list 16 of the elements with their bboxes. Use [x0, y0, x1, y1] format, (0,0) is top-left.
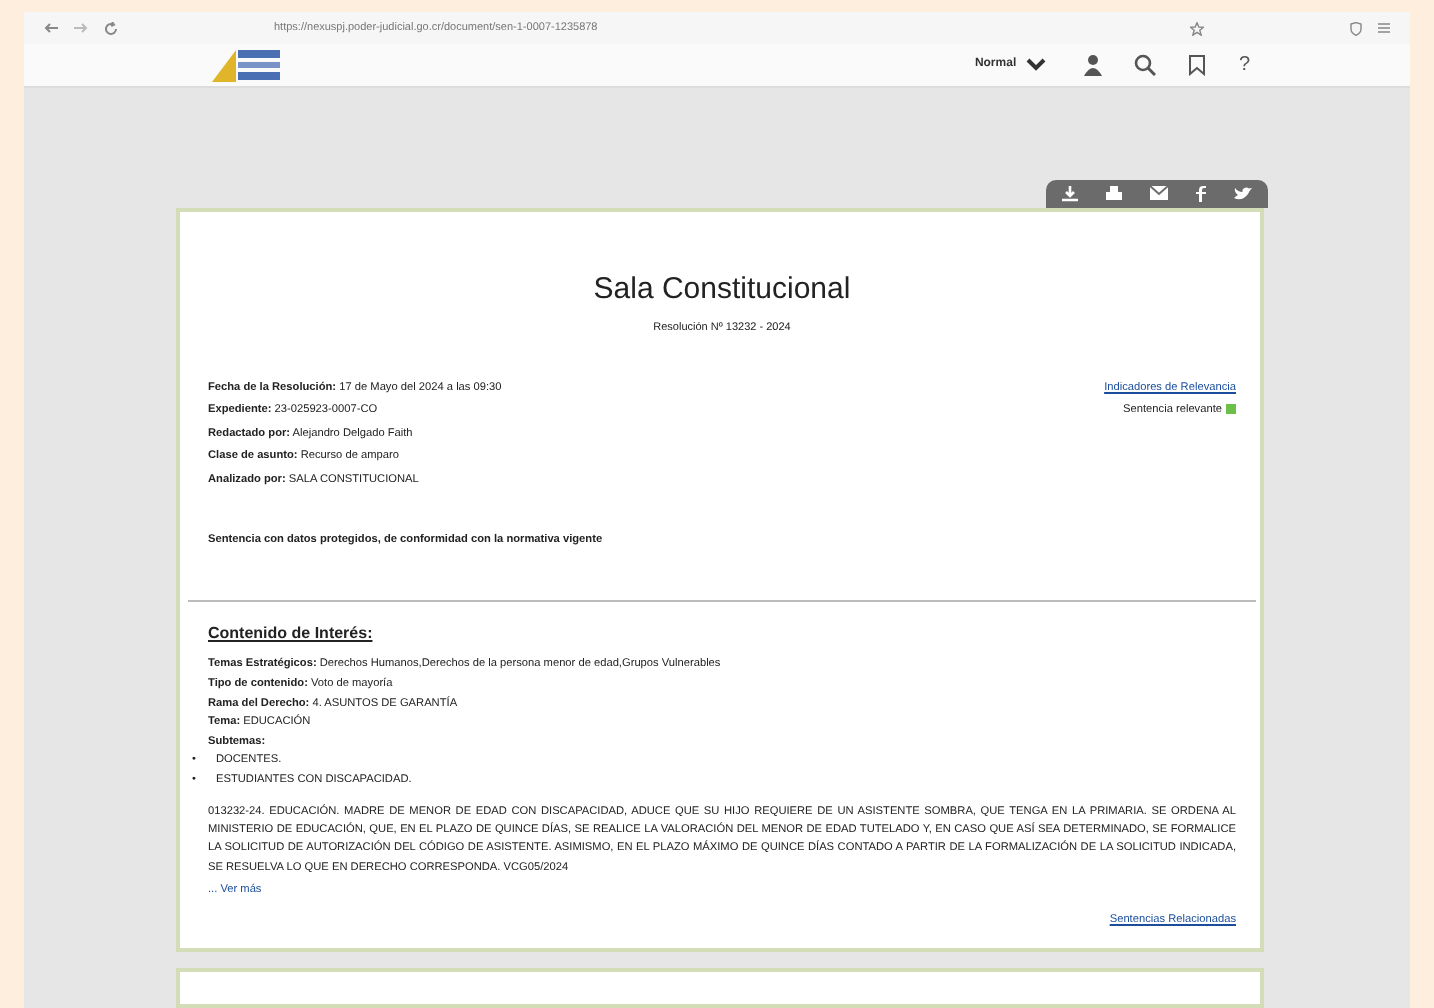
- logo-icon[interactable]: [208, 44, 284, 85]
- mail-icon[interactable]: [1150, 185, 1168, 200]
- back-icon[interactable]: [44, 22, 58, 35]
- help-button[interactable]: ?: [1238, 49, 1250, 80]
- document-title: Sala Constitucional: [591, 269, 853, 310]
- person-icon[interactable]: [1084, 53, 1103, 76]
- reload-icon[interactable]: [104, 21, 118, 36]
- print-icon[interactable]: [1106, 185, 1122, 202]
- zoom-icon[interactable]: [1134, 53, 1157, 76]
- shield-icon[interactable]: [1350, 21, 1362, 36]
- facebook-icon[interactable]: [1196, 185, 1206, 202]
- star-icon[interactable]: [1190, 21, 1204, 36]
- section-heading: Contenido de Interés:: [208, 622, 375, 647]
- download-icon[interactable]: [1062, 185, 1078, 202]
- bird-icon[interactable]: [1234, 185, 1252, 202]
- bookmark-icon[interactable]: [1188, 53, 1207, 76]
